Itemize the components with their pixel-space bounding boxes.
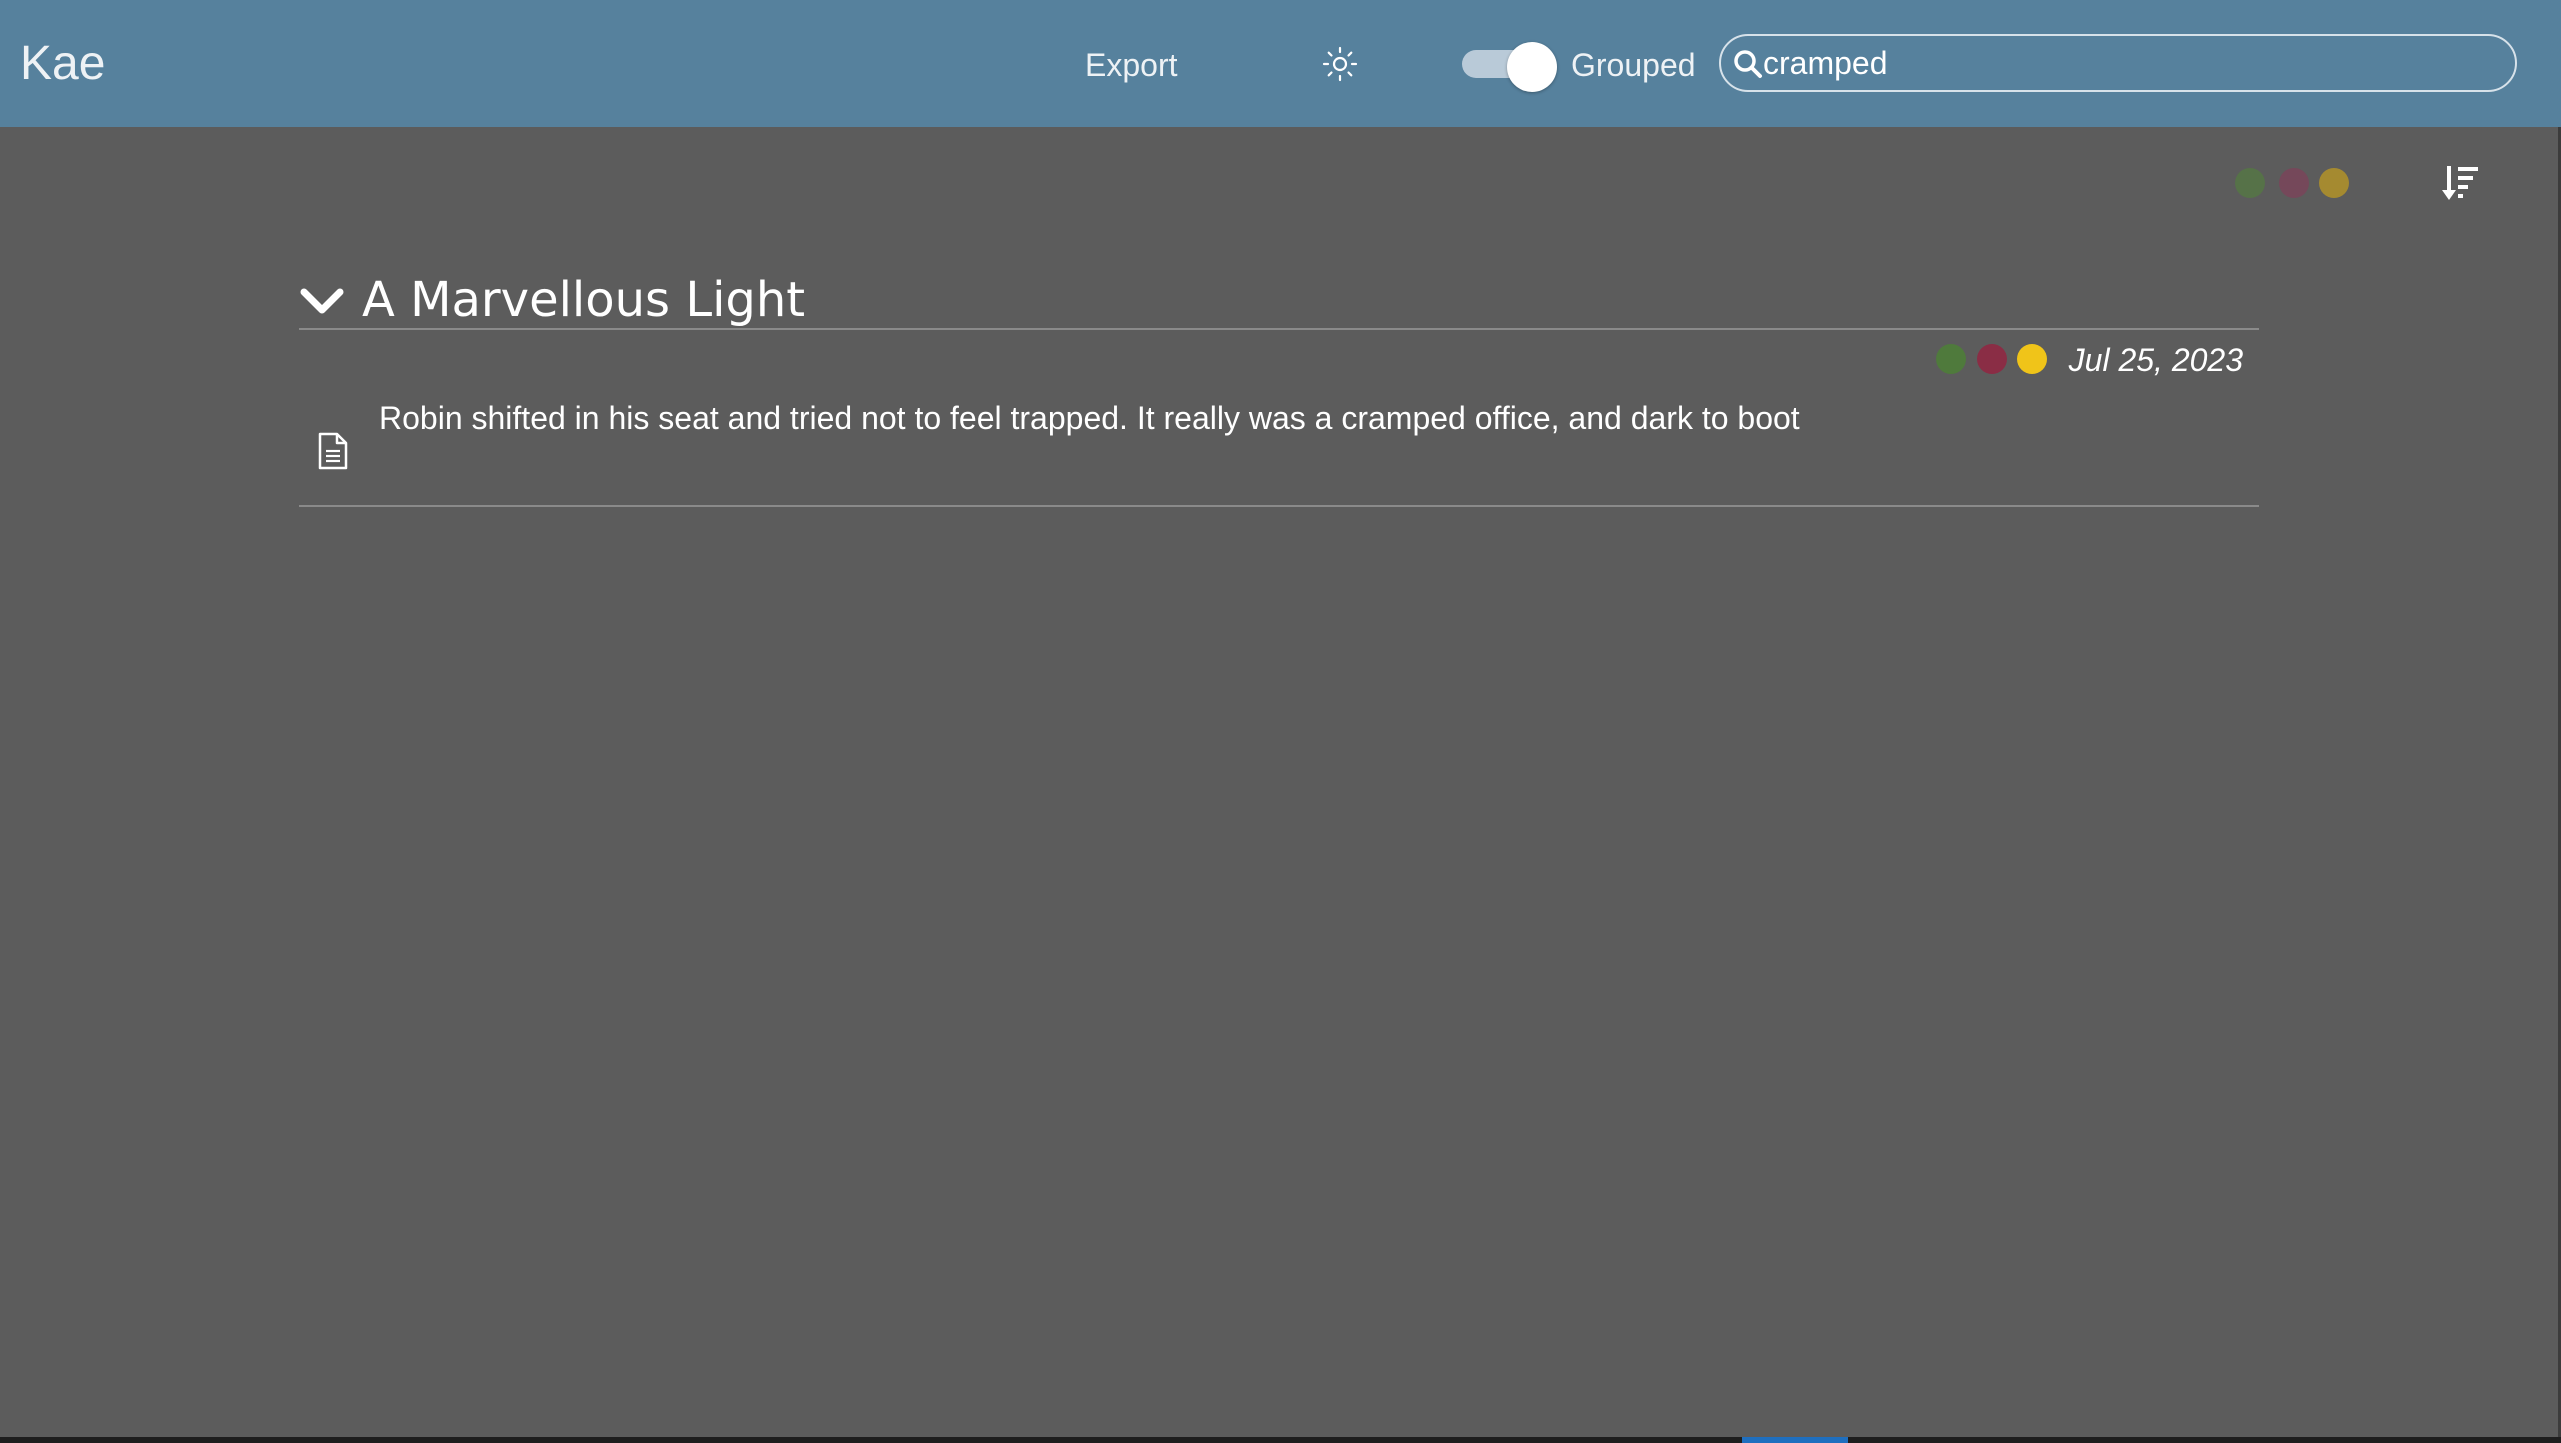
sun-icon[interactable] [1322,46,1358,82]
chevron-down-icon[interactable] [299,286,345,316]
filter-red-dot[interactable] [2279,168,2309,198]
app-page: Kae Export Grouped cramped A Marvellous … [0,0,2561,1443]
search-icon [1734,50,1762,78]
top-bar: Kae Export Grouped [0,0,2561,127]
app-brand[interactable]: Kae [20,36,105,92]
grouped-toggle[interactable] [1462,42,1558,92]
filter-yellow-dot[interactable] [2319,168,2349,198]
group-header: A Marvellous Light [299,268,2259,328]
document-icon[interactable] [317,432,349,470]
entry-green-dot[interactable] [1936,344,1966,374]
bottom-bar [0,1437,2561,1443]
entry-red-dot[interactable] [1977,344,2007,374]
grouped-label: Grouped [1571,47,1696,83]
group-divider [299,328,2259,330]
toggle-knob [1507,42,1557,92]
bottom-accent [1742,1437,1848,1443]
entry-divider [299,505,2259,507]
search-box[interactable] [1719,34,2517,92]
filter-green-dot[interactable] [2235,168,2265,198]
group-title[interactable]: A Marvellous Light [362,272,805,328]
entry-text[interactable]: Robin shifted in his seat and tried not … [379,398,1800,438]
sort-descending-icon[interactable] [2441,164,2481,202]
entry-date: Jul 25, 2023 [2068,342,2243,378]
export-button[interactable]: Export [1085,45,1177,85]
entry-yellow-dot[interactable] [2017,344,2047,374]
search-input[interactable] [1763,42,2493,84]
